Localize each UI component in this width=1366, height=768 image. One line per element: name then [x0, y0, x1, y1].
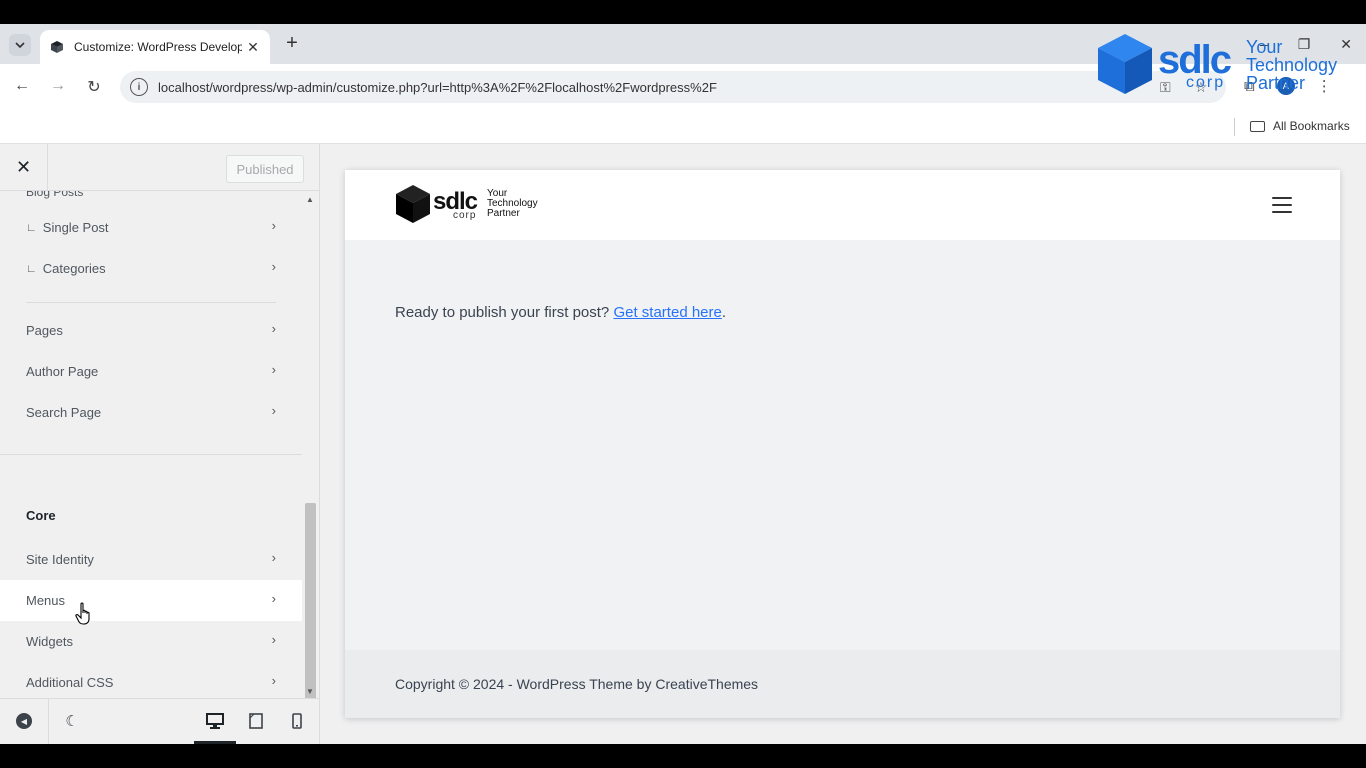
url-text: localhost/wordpress/wp-admin/customize.p…	[158, 79, 717, 95]
panel-item-label: Single Post	[42, 220, 109, 235]
preview-mobile-button[interactable]	[286, 710, 308, 732]
back-icon[interactable]: ←	[12, 77, 32, 95]
all-bookmarks-label: All Bookmarks	[1273, 119, 1350, 133]
site-header: sdlc corp Your Technology Partner	[345, 170, 1340, 240]
panel-item-label: Author Page	[26, 364, 99, 379]
panel-item-pages[interactable]: Pages ›	[0, 310, 302, 351]
message-text: Ready to publish your first post?	[395, 304, 610, 321]
all-bookmarks-button[interactable]: All Bookmarks	[1250, 119, 1350, 133]
footer-divider	[48, 699, 49, 744]
panel-item-menus[interactable]: Menus ›	[0, 580, 302, 621]
chevron-right-icon: ›	[271, 673, 276, 688]
dark-mode-toggle[interactable]: ☾	[61, 710, 83, 732]
core-heading: Core	[26, 508, 56, 523]
get-started-link[interactable]: Get started here	[613, 304, 721, 321]
site-footer: Copyright © 2024 - WordPress Theme by Cr…	[345, 650, 1340, 718]
scroll-down-icon[interactable]: ▼	[306, 687, 314, 696]
watermark-tagline: Your Technology Partner	[1246, 37, 1338, 93]
published-button[interactable]: Published	[226, 155, 304, 183]
chevron-right-icon: ›	[271, 403, 276, 418]
preview-desktop-button[interactable]	[204, 710, 226, 732]
logo-tagline: Your Technology Partner	[487, 188, 538, 219]
reload-icon[interactable]: ↻	[84, 77, 104, 97]
preview-tablet-button[interactable]	[245, 710, 267, 732]
panel-item-search-page[interactable]: Search Page ›	[0, 392, 302, 433]
cube-logo-icon	[396, 185, 430, 223]
customizer-header: ✕ Published	[0, 144, 319, 191]
message-suffix: .	[721, 304, 727, 321]
tab-close-icon[interactable]: ✕	[246, 39, 260, 56]
tab-title: Customize: WordPress Develop	[74, 40, 242, 54]
section-divider	[26, 302, 276, 303]
address-bar[interactable]: i localhost/wordpress/wp-admin/customize…	[120, 71, 1226, 103]
sub-item-icon: ∟	[26, 221, 37, 234]
collapse-icon: ◀	[16, 713, 32, 729]
section-divider	[0, 454, 302, 455]
site-info-icon[interactable]: i	[130, 78, 148, 96]
panel-item-categories[interactable]: ∟ Categories ›	[0, 248, 302, 289]
customizer-footer: ◀ ☾	[0, 698, 319, 744]
collapse-sidebar-button[interactable]: ◀	[13, 710, 35, 732]
active-tab[interactable]: Customize: WordPress Develop ✕	[40, 30, 270, 64]
chevron-right-icon: ›	[271, 362, 276, 377]
sdlc-watermark-logo: sdlc corp Your Technology Partner	[1096, 30, 1356, 100]
site-logo[interactable]: sdlc corp Your Technology Partner	[395, 184, 555, 226]
customizer-preview: sdlc corp Your Technology Partner Ready …	[320, 144, 1366, 744]
hamburger-menu-icon[interactable]	[1272, 197, 1292, 213]
panel-item-label: Categories	[42, 261, 106, 276]
forward-icon[interactable]: →	[48, 77, 68, 95]
new-tab-button[interactable]: +	[282, 33, 302, 53]
scroll-up-icon[interactable]: ▲	[306, 195, 314, 204]
hand-cursor-icon	[75, 602, 90, 625]
chevron-right-icon: ›	[271, 632, 276, 647]
panel-item-additional-css[interactable]: Additional CSS ›	[0, 662, 302, 698]
panel-item-single-post[interactable]: ∟ Single Post ›	[0, 207, 302, 248]
desktop-icon	[206, 713, 224, 729]
moon-icon: ☾	[65, 713, 79, 730]
close-customizer-icon[interactable]: ✕	[0, 144, 48, 191]
site-preview-frame: sdlc corp Your Technology Partner Ready …	[345, 170, 1340, 718]
empty-posts-message: Ready to publish your first post? Get st…	[395, 304, 726, 321]
sub-item-icon: ∟	[26, 262, 37, 275]
panel-item-site-identity[interactable]: Site Identity ›	[0, 539, 302, 580]
chevron-right-icon: ›	[271, 218, 276, 233]
folder-icon	[1250, 120, 1265, 132]
chevron-down-icon	[15, 42, 25, 48]
footer-copyright: Copyright © 2024 - WordPress Theme by Cr…	[395, 676, 759, 692]
bookmarks-divider	[1234, 118, 1235, 136]
panel-item-label: Pages	[26, 323, 63, 338]
partial-section-heading: Blog Posts	[26, 191, 84, 199]
tab-search-button[interactable]	[9, 34, 31, 56]
chevron-right-icon: ›	[271, 550, 276, 565]
customizer-panel-list: Blog Posts ∟ Single Post › ∟ Categories …	[0, 191, 302, 698]
cube-favicon-icon	[51, 41, 63, 53]
chevron-right-icon: ›	[271, 321, 276, 336]
panel-item-label: Site Identity	[26, 552, 94, 567]
cube-logo-icon	[1098, 34, 1152, 94]
customizer-scrollbar[interactable]: ▲ ▼	[302, 191, 319, 709]
watermark-corp: corp	[1186, 74, 1226, 91]
panel-item-label: Search Page	[26, 405, 102, 420]
customizer-sidebar: ✕ Published Blog Posts ∟ Single Post › ∟…	[0, 144, 320, 744]
chevron-right-icon: ›	[271, 259, 276, 274]
panel-item-label: Widgets	[26, 634, 73, 649]
logo-corp: corp	[453, 210, 477, 221]
panel-item-widgets[interactable]: Widgets ›	[0, 621, 302, 662]
scrollbar-thumb[interactable]	[305, 503, 316, 709]
active-device-indicator	[194, 741, 236, 744]
browser-window: Customize: WordPress Develop ✕ + – ❐ ✕ ←…	[0, 24, 1366, 744]
mobile-icon	[292, 713, 302, 729]
bookmarks-bar: All Bookmarks	[0, 110, 1366, 144]
panel-item-label: Additional CSS	[26, 675, 114, 690]
chevron-right-icon: ›	[271, 591, 276, 606]
panel-item-author-page[interactable]: Author Page ›	[0, 351, 302, 392]
panel-item-label: Menus	[26, 593, 66, 608]
tablet-icon	[249, 713, 263, 729]
